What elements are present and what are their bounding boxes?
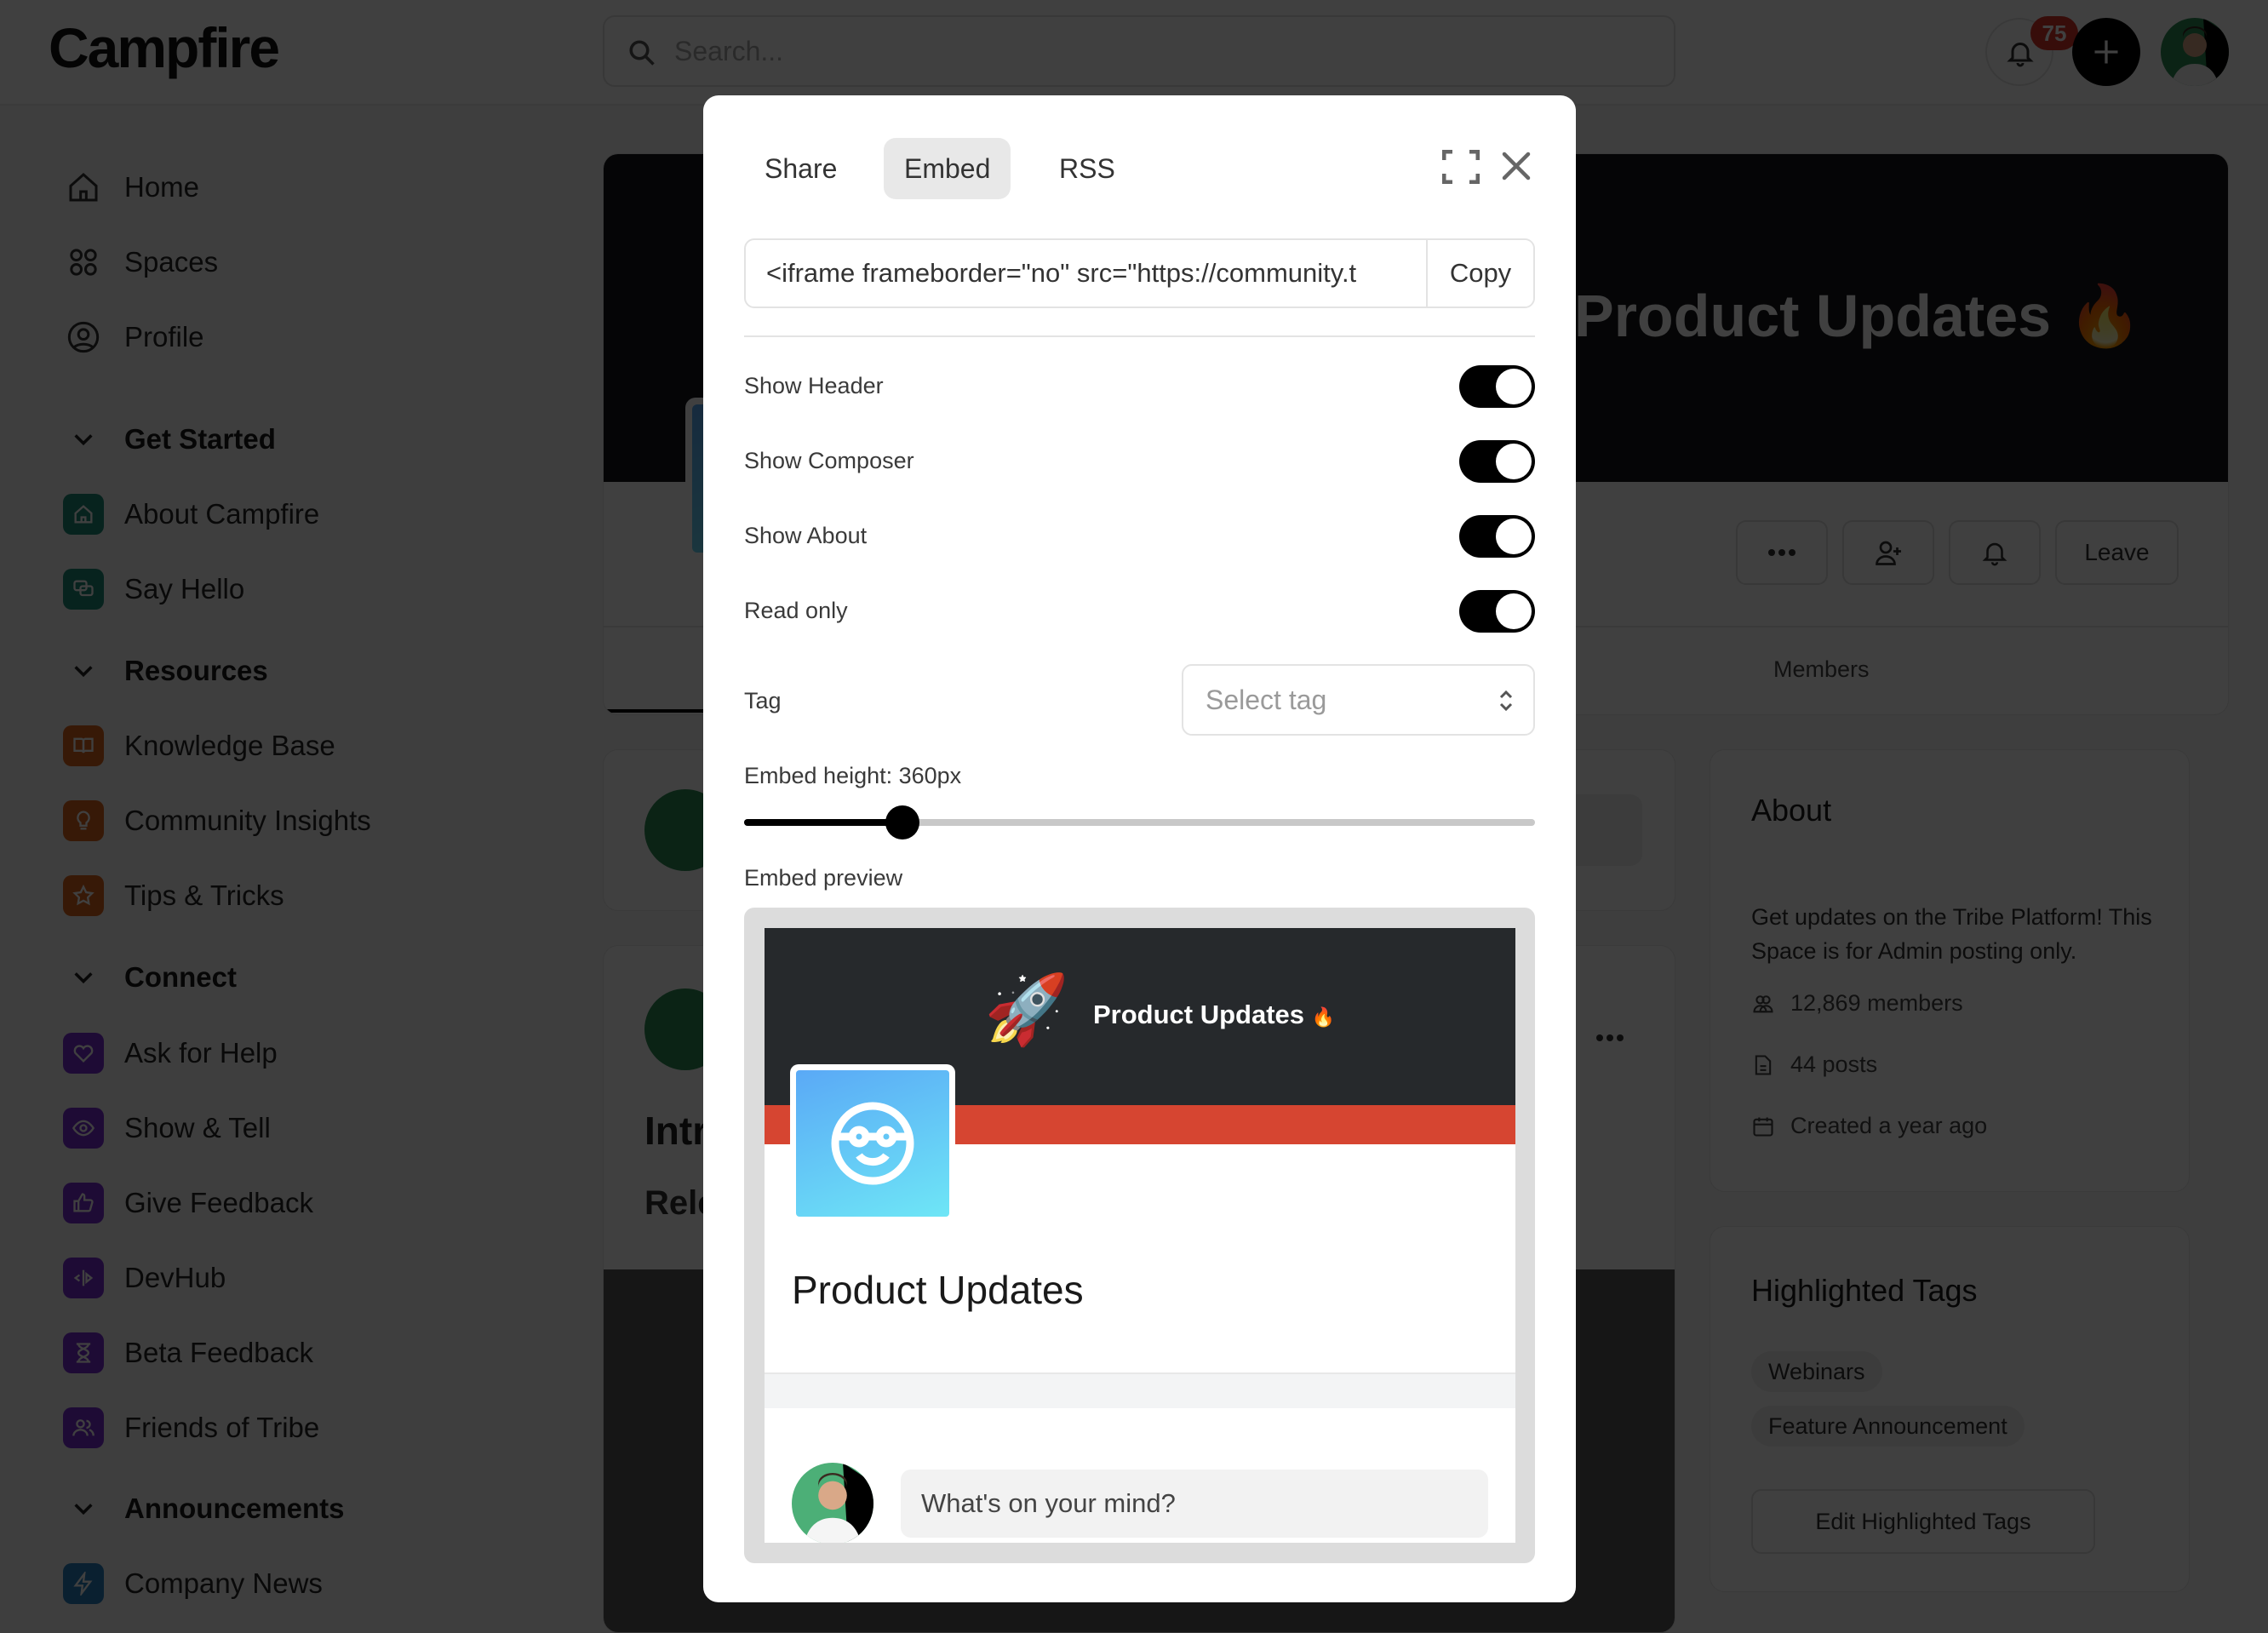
chevron-up-down-icon — [1499, 690, 1513, 712]
read-only-label: Read only — [744, 598, 848, 623]
embed-height-slider[interactable] — [744, 805, 1535, 839]
copy-button[interactable]: Copy — [1426, 240, 1533, 307]
embed-height-label: Embed height: 360px — [744, 763, 962, 788]
embed-code-input[interactable]: <iframe frameborder="no" src="https://co… — [766, 240, 1405, 307]
tag-select-placeholder: Select tag — [1206, 685, 1327, 715]
read-only-toggle[interactable] — [1459, 590, 1535, 633]
rocket-icon: 🚀 — [984, 971, 1069, 1047]
preview-space-title: Product Updates — [792, 1268, 1084, 1312]
tab-embed[interactable]: Embed — [884, 138, 1011, 199]
preview-composer-input: What's on your mind? — [901, 1470, 1488, 1538]
close-icon — [1502, 152, 1531, 180]
divider — [744, 335, 1535, 337]
tab-share[interactable]: Share — [744, 138, 857, 199]
show-about-toggle[interactable] — [1459, 515, 1535, 558]
smiley-glasses-icon — [831, 1102, 914, 1185]
show-composer-label: Show Composer — [744, 448, 914, 473]
embed-preview-frame: 🚀 Product Updates 🔥 Product Updates What… — [765, 928, 1515, 1543]
preview-divider — [765, 1372, 1515, 1408]
preview-banner-title: Product Updates 🔥 — [1093, 1000, 1336, 1029]
preview-composer-avatar — [792, 1463, 873, 1543]
embed-code-field[interactable]: <iframe frameborder="no" src="https://co… — [744, 238, 1535, 308]
share-embed-modal: Share Embed RSS <iframe frameborder="no"… — [703, 95, 1576, 1602]
embed-preview: 🚀 Product Updates 🔥 Product Updates What… — [744, 908, 1535, 1563]
slider-handle[interactable] — [885, 805, 919, 839]
show-header-toggle[interactable] — [1459, 365, 1535, 408]
fullscreen-button[interactable] — [1441, 149, 1480, 188]
show-header-label: Show Header — [744, 373, 884, 398]
embed-preview-label: Embed preview — [744, 865, 903, 891]
close-button[interactable] — [1502, 152, 1531, 185]
slider-fill — [744, 819, 902, 826]
tab-rss[interactable]: RSS — [1039, 138, 1136, 199]
show-composer-toggle[interactable] — [1459, 440, 1535, 483]
fire-icon: 🔥 — [1311, 1006, 1336, 1028]
tag-select[interactable]: Select tag — [1182, 664, 1535, 736]
show-about-label: Show About — [744, 523, 868, 548]
preview-space-logo — [790, 1064, 955, 1223]
expand-icon — [1441, 149, 1480, 185]
tag-label: Tag — [744, 688, 782, 713]
